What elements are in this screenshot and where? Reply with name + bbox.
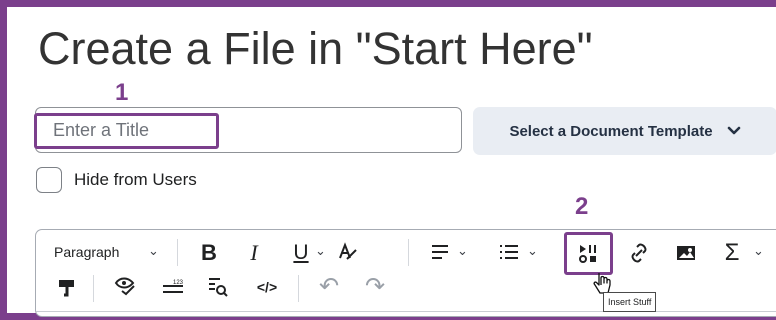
document-template-label: Select a Document Template (509, 122, 713, 140)
italic-button[interactable]: I (242, 241, 266, 265)
hide-from-users-checkbox[interactable] (36, 167, 62, 193)
paragraph-style-label[interactable]: Paragraph (54, 244, 119, 260)
chevron-down-icon (727, 126, 741, 136)
content-frame: Create a File in "Start Here" 1 Select a… (0, 0, 776, 320)
accessibility-checker-icon[interactable] (113, 275, 137, 299)
paragraph-chevron-icon[interactable]: ⌄ (148, 244, 159, 257)
underline-button[interactable]: U (289, 238, 313, 266)
word-count-icon[interactable]: 123 (161, 275, 187, 299)
bold-button[interactable]: B (197, 241, 221, 265)
image-icon[interactable] (675, 241, 697, 265)
hide-from-users-row[interactable]: Hide from Users (36, 167, 197, 193)
align-chevron-icon[interactable]: ⌄ (457, 244, 468, 257)
insert-stuff-tooltip: Insert Stuff (603, 292, 657, 312)
underline-chevron-icon[interactable]: ⌄ (315, 244, 326, 257)
title-input[interactable] (35, 107, 462, 153)
toolbar-separator (298, 275, 299, 302)
format-painter-icon[interactable] (56, 277, 78, 299)
insert-stuff-icon[interactable] (577, 242, 599, 266)
redo-icon[interactable]: ↷ (364, 275, 386, 299)
toolbar-separator (93, 275, 94, 302)
undo-icon[interactable]: ↶ (318, 275, 340, 299)
callout-number-two: 2 (575, 193, 589, 220)
equation-icon[interactable]: Σ (723, 241, 741, 265)
document-template-select[interactable]: Select a Document Template (473, 107, 776, 155)
toolbar-separator (408, 239, 409, 266)
hide-from-users-label: Hide from Users (74, 170, 197, 189)
page-title: Create a File in "Start Here" (38, 23, 593, 74)
source-code-icon[interactable]: </> (256, 278, 278, 296)
text-color-icon[interactable] (337, 240, 359, 264)
align-icon[interactable] (430, 240, 450, 264)
toolbar-separator (177, 239, 178, 266)
list-icon[interactable] (498, 240, 520, 264)
rich-text-editor[interactable] (35, 229, 776, 317)
editor-toolbar-divider (36, 311, 776, 312)
cropped-heading-fragment (7, 0, 776, 11)
find-replace-icon[interactable] (206, 275, 230, 299)
callout-number-one: 1 (115, 79, 129, 106)
equation-chevron-icon[interactable]: ⌄ (753, 244, 764, 257)
link-icon[interactable] (628, 241, 650, 265)
list-chevron-icon[interactable]: ⌄ (527, 244, 538, 257)
